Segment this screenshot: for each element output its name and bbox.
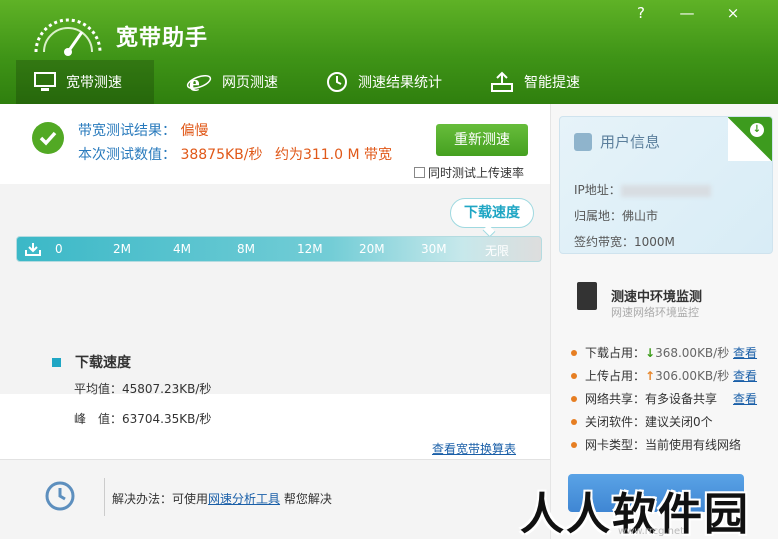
footer-bar: 解决办法：可使用网速分析工具 帮您解决 bbox=[0, 459, 550, 539]
network-sharing: 网络共享：有多设备共享 bbox=[571, 390, 717, 407]
download-badge-icon[interactable]: ↓ bbox=[750, 123, 764, 137]
speed-tick: 2M bbox=[113, 242, 131, 256]
speed-tick: 8M bbox=[237, 242, 255, 256]
divider bbox=[104, 478, 105, 516]
download-usage: 下载占用： ↓ 368.00KB/秒 bbox=[571, 344, 729, 361]
retest-button[interactable]: 重新测速 bbox=[436, 124, 528, 156]
tab-label: 网页测速 bbox=[222, 75, 278, 91]
peak-speed: 峰 值：63704.35KB/秒 bbox=[74, 412, 212, 426]
bandwidth-estimate: 约为311.0 M 带宽 bbox=[274, 147, 393, 163]
item-text: 下载占用： bbox=[585, 346, 646, 360]
watermark-url: www.rrcg.net bbox=[618, 526, 685, 537]
phone-icon bbox=[577, 282, 597, 310]
stats-title-text: 下载速度 bbox=[75, 355, 131, 371]
stats-title: 下载速度 bbox=[52, 352, 131, 372]
speed-tick: 4M bbox=[173, 242, 191, 256]
contracted-bandwidth: 签约带宽：1000M bbox=[574, 235, 675, 249]
user-icon bbox=[574, 133, 592, 151]
result-panel: 带宽测试结果： 偏慢 本次测试数值： 38875KB/秒 约为311.0 M 带… bbox=[0, 104, 550, 184]
measured-value: 38875KB/秒 bbox=[180, 147, 263, 163]
monitor-title: 测速中环境监测 bbox=[611, 290, 703, 305]
item-text: 关闭软件：建议关闭0个 bbox=[585, 415, 713, 429]
measured-label: 本次测试数值： bbox=[78, 147, 176, 163]
page-curl bbox=[728, 117, 772, 161]
result-line-2: 本次测试数值： 38875KB/秒 约为311.0 M 带宽 bbox=[78, 144, 392, 164]
view-sharing-link[interactable]: 查看 bbox=[733, 390, 757, 407]
tab-result-stats[interactable]: 测速结果统计 bbox=[326, 60, 476, 104]
speed-tick: 20M bbox=[359, 242, 385, 256]
ip-address: IP地址： bbox=[574, 181, 711, 198]
router-icon bbox=[491, 71, 513, 92]
ip-redacted bbox=[620, 184, 711, 197]
close-button[interactable]: × bbox=[722, 4, 744, 22]
tab-label: 测速结果统计 bbox=[358, 75, 442, 91]
teal-square-icon bbox=[52, 357, 61, 367]
view-download-link[interactable]: 查看 bbox=[733, 344, 757, 361]
right-sidebar: 用户信息 ↓ IP地址： 归属地：佛山市 签约带宽：1000M 测速中环境监测 … bbox=[550, 104, 778, 539]
bullet-icon bbox=[571, 395, 577, 402]
speed-bar: 0 2M 4M 8M 12M 20M 30M 无限 bbox=[16, 236, 542, 262]
tab-web-speed[interactable]: e 网页测速 bbox=[186, 60, 306, 104]
bullet-icon bbox=[571, 349, 577, 356]
tab-broadband-speed[interactable]: 宽带测速 bbox=[16, 60, 154, 104]
check-icon bbox=[32, 122, 64, 154]
svg-text:e: e bbox=[189, 71, 200, 94]
arrow-up-icon: ↑ bbox=[645, 368, 656, 383]
item-text: 网络共享：有多设备共享 bbox=[585, 392, 718, 406]
ip-label: IP地址： bbox=[574, 183, 621, 197]
tab-label: 宽带测速 bbox=[66, 75, 122, 91]
main-nav: 宽带测速 e 网页测速 测速结果统计 智能提速 bbox=[0, 60, 778, 104]
solution-prefix: 解决办法：可使用 bbox=[112, 492, 209, 506]
help-icon[interactable]: ? bbox=[630, 4, 652, 22]
solution-suffix: 帮您解决 bbox=[280, 492, 332, 506]
bullet-icon bbox=[571, 418, 577, 425]
environment-monitor: 测速中环境监测 网速网络环境监控 下载占用： ↓ 368.00KB/秒 查看 上… bbox=[559, 272, 773, 472]
speed-type-bubble: 下载速度 bbox=[450, 198, 534, 228]
item-text: 网卡类型：当前使用有线网络 bbox=[585, 438, 742, 452]
monitor-icon bbox=[34, 72, 56, 91]
upload-test-checkbox[interactable]: 同时测试上传速率 bbox=[414, 164, 524, 181]
bullet-icon bbox=[571, 441, 577, 448]
speed-tick: 12M bbox=[297, 242, 323, 256]
item-text: 上传占用： bbox=[585, 369, 646, 383]
average-speed: 平均值：45807.23KB/秒 bbox=[74, 382, 212, 396]
download-icon bbox=[25, 243, 41, 256]
title-bar: 宽带助手 ? — × 宽带测速 e 网页测速 测速结果统计 智能提速 bbox=[0, 0, 778, 104]
tab-smart-boost[interactable]: 智能提速 bbox=[490, 60, 620, 104]
solution-text: 解决办法：可使用网速分析工具 帮您解决 bbox=[112, 490, 332, 507]
speed-tick: 30M bbox=[421, 242, 447, 256]
clock-icon bbox=[327, 72, 347, 92]
speed-tick: 0 bbox=[55, 242, 63, 256]
item-value: 306.00KB/秒 bbox=[655, 369, 730, 383]
conversion-table-link[interactable]: 查看宽带换算表 bbox=[432, 440, 516, 457]
tab-label: 智能提速 bbox=[524, 75, 580, 91]
clock-icon bbox=[45, 481, 75, 511]
app-title: 宽带助手 bbox=[116, 26, 209, 51]
ie-browser-icon: e bbox=[186, 71, 212, 94]
minimize-button[interactable]: — bbox=[676, 4, 698, 22]
bullet-icon bbox=[571, 372, 577, 379]
result-value: 偏慢 bbox=[180, 123, 209, 139]
speedometer-logo-icon bbox=[34, 18, 102, 56]
upload-usage: 上传占用： ↑ 306.00KB/秒 bbox=[571, 367, 729, 384]
view-upload-link[interactable]: 查看 bbox=[733, 367, 757, 384]
monitor-subtitle: 网速网络环境监控 bbox=[611, 306, 699, 319]
checkbox-box[interactable] bbox=[414, 167, 425, 178]
arrow-down-icon: ↓ bbox=[645, 345, 656, 360]
user-info-card: 用户信息 ↓ IP地址： 归属地：佛山市 签约带宽：1000M bbox=[559, 116, 773, 254]
user-info-title: 用户信息 bbox=[600, 133, 661, 151]
nic-type: 网卡类型：当前使用有线网络 bbox=[571, 436, 741, 453]
speed-analysis-tool-link[interactable]: 网速分析工具 bbox=[208, 492, 280, 506]
main-panel: 带宽测试结果： 偏慢 本次测试数值： 38875KB/秒 约为311.0 M 带… bbox=[0, 104, 550, 539]
speed-tick: 无限 bbox=[485, 244, 510, 258]
location: 归属地：佛山市 bbox=[574, 209, 659, 223]
result-label: 带宽测试结果： bbox=[78, 123, 176, 139]
result-line-1: 带宽测试结果： 偏慢 bbox=[78, 120, 208, 140]
close-software: 关闭软件：建议关闭0个 bbox=[571, 413, 713, 430]
item-value: 368.00KB/秒 bbox=[655, 346, 730, 360]
checkbox-label: 同时测试上传速率 bbox=[428, 166, 525, 180]
